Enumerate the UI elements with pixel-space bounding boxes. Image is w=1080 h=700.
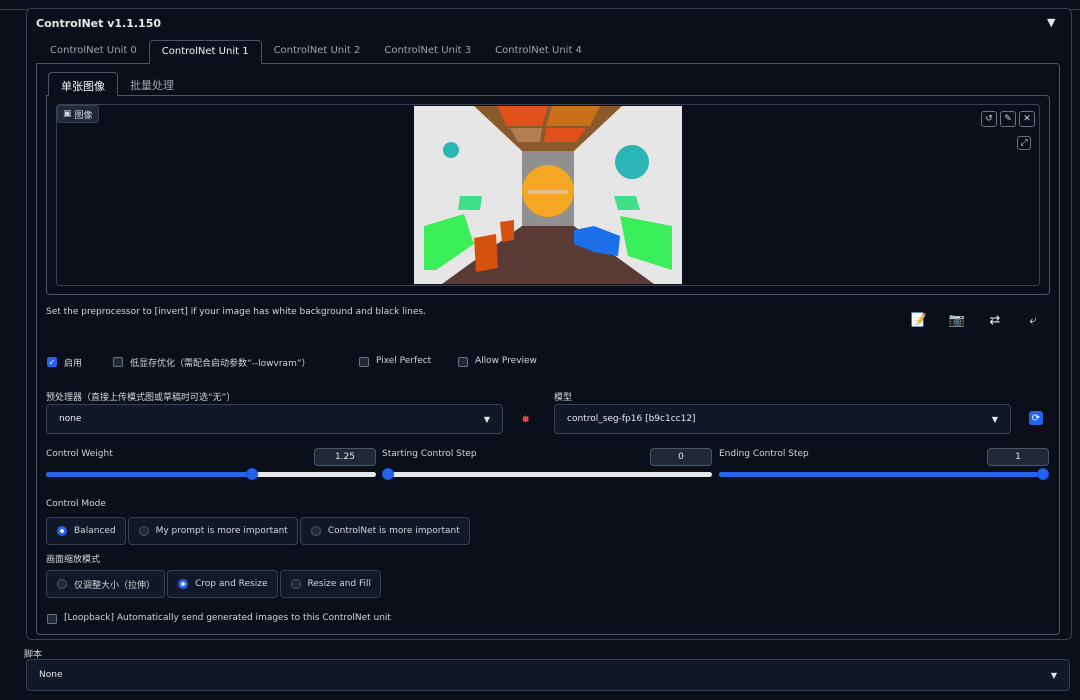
image-mode-tabs: 单张图像 批量处理 — [48, 72, 186, 96]
ending-step-label: Ending Control Step — [719, 449, 809, 459]
controlnet-title: ControlNet v1.1.150 — [36, 17, 162, 30]
refresh-models-icon[interactable]: ⟳ — [1029, 411, 1043, 425]
resize-mode-label: 画面缩放模式 — [46, 555, 101, 565]
allow-preview-checkbox[interactable] — [458, 357, 468, 367]
starting-step-label: Starting Control Step — [382, 449, 477, 459]
new-canvas-icon[interactable]: 📝 — [910, 311, 928, 329]
image-icon: ▣ — [63, 109, 72, 119]
preprocessor-select[interactable]: none ▼ — [46, 404, 503, 434]
segmentation-map-image — [414, 106, 682, 284]
control-mode-group: Balanced My prompt is more important Con… — [46, 517, 472, 545]
lowvram-label: 低显存优化（需配合启动参数“--lowvram”） — [130, 359, 311, 369]
preprocessor-value: none — [59, 414, 82, 424]
tool-icons: 📝 📷 ⇄ ⤶ — [910, 311, 1042, 329]
control-mode-controlnet[interactable]: ControlNet is more important — [299, 517, 470, 545]
brush-icon[interactable]: ⤢ — [1017, 136, 1031, 150]
collapse-toggle-icon[interactable]: ▼ — [1047, 16, 1055, 29]
radio-unselected-icon — [138, 526, 149, 536]
model-value: control_seg-fp16 [b9c1cc12] — [567, 414, 696, 424]
image-actions: ↺ ✎ ✕ — [981, 111, 1035, 127]
enable-checkbox[interactable]: ✓ — [47, 357, 57, 367]
control-weight-slider[interactable] — [46, 468, 376, 480]
preprocessor-hint: Set the preprocessor to [invert] if your… — [46, 307, 426, 317]
tab-unit-0[interactable]: ControlNet Unit 0 — [38, 40, 149, 64]
ending-step-handle[interactable] — [1037, 468, 1050, 480]
tab-batch[interactable]: 批量处理 — [118, 72, 186, 96]
radio-unselected-icon — [290, 579, 301, 589]
control-mode-label: Control Mode — [46, 499, 106, 509]
control-weight-input[interactable]: 1.25 — [314, 448, 376, 466]
tab-single-image[interactable]: 单张图像 — [48, 72, 118, 96]
resize-mode-crop[interactable]: Crop and Resize — [167, 570, 278, 598]
image-label-text: 图像 — [74, 110, 93, 121]
pixel-perfect-checkbox[interactable] — [359, 357, 369, 367]
lowvram-checkbox[interactable] — [113, 357, 123, 367]
starting-step-handle[interactable] — [381, 468, 394, 480]
radio-label: My prompt is more important — [155, 526, 288, 536]
chevron-down-icon: ▼ — [483, 414, 490, 424]
tab-unit-1[interactable]: ControlNet Unit 1 — [148, 40, 262, 64]
preprocessor-label: 预处理器（直接上传模式图或草稿时可选“无”） — [46, 393, 236, 403]
radio-label: ControlNet is more important — [327, 526, 460, 536]
radio-selected-icon — [178, 579, 189, 589]
control-weight-label: Control Weight — [46, 449, 113, 459]
undo-icon[interactable]: ↺ — [981, 111, 997, 127]
allow-preview-label: Allow Preview — [475, 356, 537, 366]
control-mode-balanced[interactable]: Balanced — [46, 517, 126, 545]
resize-mode-group: 仅调整大小（拉伸） Crop and Resize Resize and Fil… — [46, 570, 383, 598]
ending-step-fill — [719, 472, 1049, 477]
image-label: ▣ 图像 — [57, 105, 99, 123]
run-preprocessor-icon[interactable]: ✸ — [521, 413, 530, 426]
tab-unit-3[interactable]: ControlNet Unit 3 — [372, 40, 483, 64]
enable-label: 启用 — [64, 359, 83, 369]
starting-step-slider[interactable] — [381, 468, 712, 480]
loopback-label: [Loopback] Automatically send generated … — [64, 613, 391, 623]
camera-icon[interactable]: 📷 — [948, 311, 966, 329]
send-dimensions-icon[interactable]: ⤶ — [1024, 311, 1042, 329]
model-select[interactable]: control_seg-fp16 [b9c1cc12] ▼ — [554, 404, 1011, 434]
unit-tabs: ControlNet Unit 0 ControlNet Unit 1 Cont… — [38, 40, 594, 64]
tab-unit-4[interactable]: ControlNet Unit 4 — [483, 40, 594, 64]
radio-label: Resize and Fill — [307, 579, 372, 589]
script-select[interactable]: None ▼ — [26, 659, 1070, 691]
radio-label: 仅调整大小（拉伸） — [74, 580, 156, 591]
close-icon[interactable]: ✕ — [1019, 111, 1035, 127]
ending-step-input[interactable]: 1 — [987, 448, 1049, 466]
chevron-down-icon: ▼ — [991, 414, 998, 424]
pixel-perfect-label: Pixel Perfect — [376, 356, 432, 366]
control-weight-fill — [46, 472, 253, 477]
edit-icon[interactable]: ✎ — [1000, 111, 1016, 127]
radio-unselected-icon — [310, 526, 321, 536]
script-value: None — [39, 670, 63, 680]
radio-label: Balanced — [74, 526, 116, 536]
resize-mode-fill[interactable]: Resize and Fill — [279, 570, 382, 598]
radio-selected-icon — [57, 526, 67, 536]
tab-unit-2[interactable]: ControlNet Unit 2 — [262, 40, 373, 64]
chevron-down-icon: ▼ — [1050, 670, 1057, 680]
model-label: 模型 — [554, 393, 573, 403]
control-mode-prompt[interactable]: My prompt is more important — [127, 517, 298, 545]
resize-mode-stretch[interactable]: 仅调整大小（拉伸） — [46, 570, 166, 598]
loopback-checkbox[interactable] — [47, 614, 57, 624]
swap-icon[interactable]: ⇄ — [986, 311, 1004, 329]
ending-step-slider[interactable] — [719, 468, 1050, 480]
starting-step-input[interactable]: 0 — [650, 448, 712, 466]
radio-label: Crop and Resize — [195, 579, 268, 589]
radio-unselected-icon — [57, 579, 67, 589]
